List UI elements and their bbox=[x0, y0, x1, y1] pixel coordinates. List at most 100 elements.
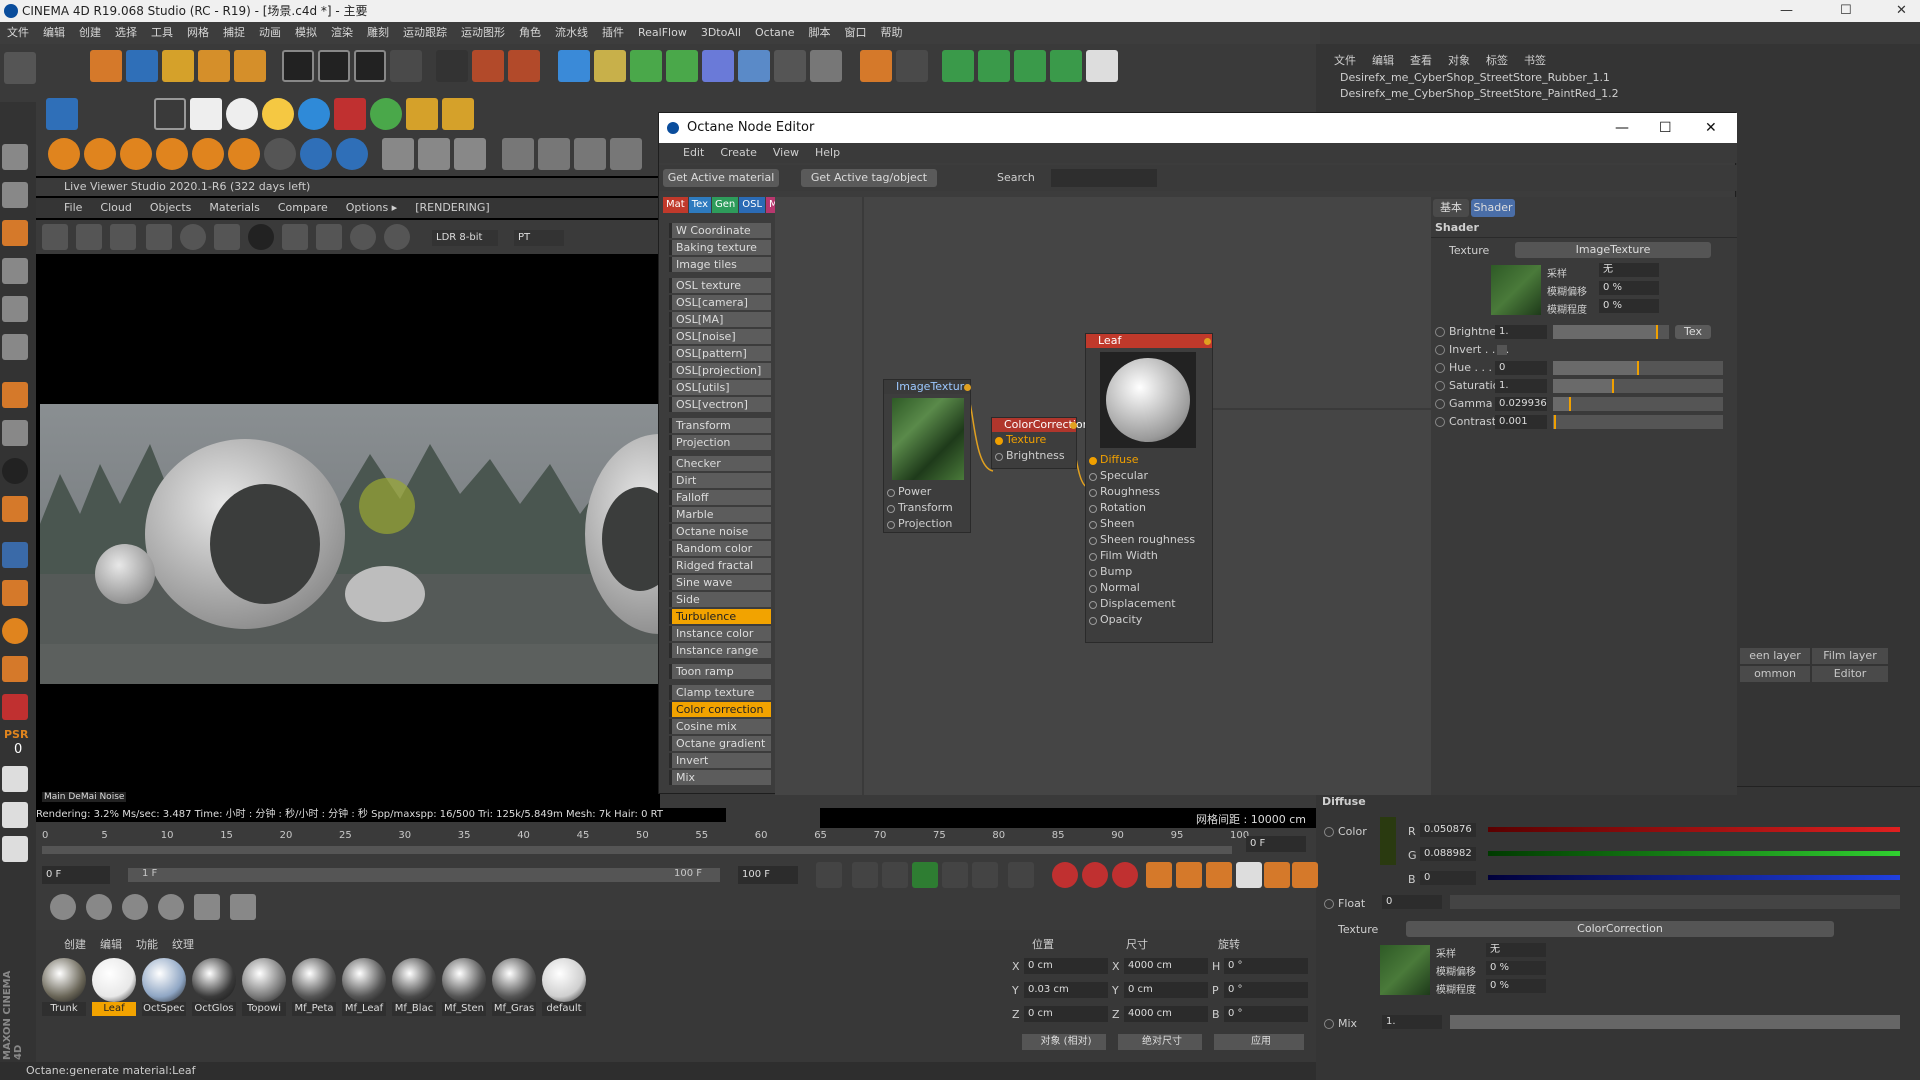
float-field[interactable]: 0 bbox=[1382, 895, 1442, 909]
param-field[interactable]: 0.029936 bbox=[1495, 397, 1547, 411]
material-swatch[interactable]: Mf_Leaf bbox=[342, 958, 386, 1018]
contrast-icon[interactable] bbox=[298, 98, 330, 130]
node-list-item[interactable]: Instance color bbox=[669, 626, 771, 641]
menu-item[interactable]: 工具 bbox=[144, 22, 180, 44]
menu-item[interactable]: 动画 bbox=[252, 22, 288, 44]
s-icon[interactable] bbox=[2, 618, 28, 644]
param-radio[interactable] bbox=[1435, 327, 1445, 337]
lock-axis-icon[interactable] bbox=[2, 656, 28, 682]
node-list-item[interactable]: OSL[camera] bbox=[669, 295, 771, 310]
param-radio[interactable] bbox=[1435, 381, 1445, 391]
image-texture-node[interactable]: ImageTexture Power Transform Projection bbox=[883, 379, 971, 533]
node-list-item[interactable]: Invert bbox=[669, 753, 771, 768]
apply-button[interactable]: 应用 bbox=[1214, 1034, 1304, 1050]
region-icon[interactable] bbox=[190, 98, 222, 130]
node-editor-menu-item[interactable]: View bbox=[773, 146, 799, 159]
leaf-port[interactable]: Bump bbox=[1086, 564, 1212, 580]
table-icon[interactable] bbox=[2, 802, 28, 828]
leaf-port[interactable]: Rotation bbox=[1086, 500, 1212, 516]
transform-icon[interactable] bbox=[234, 50, 266, 82]
node-editor-menu-item[interactable]: Edit bbox=[683, 146, 704, 159]
menu-item[interactable]: Octane bbox=[748, 22, 802, 44]
viewer-m-icon[interactable] bbox=[384, 224, 410, 250]
g-slider[interactable] bbox=[1488, 851, 1900, 856]
node-category-tab[interactable]: OSL bbox=[739, 197, 766, 213]
size-field[interactable]: 4000 cm bbox=[1124, 958, 1208, 974]
scale-icon[interactable] bbox=[162, 50, 194, 82]
deformer-icon[interactable] bbox=[702, 50, 734, 82]
end-frame-field[interactable]: 100 F bbox=[738, 866, 798, 884]
sphere-half-icon[interactable] bbox=[84, 138, 116, 170]
object-manager-menu-item[interactable]: 对象 bbox=[1448, 54, 1470, 67]
param-field[interactable]: 1. bbox=[1495, 379, 1547, 393]
key-scale-icon[interactable] bbox=[1176, 862, 1202, 888]
search-input[interactable] bbox=[1051, 169, 1157, 187]
timeline-track[interactable] bbox=[42, 846, 1232, 854]
prev-frame-icon[interactable] bbox=[882, 862, 908, 888]
axis-icon[interactable] bbox=[2, 382, 28, 408]
blur-scale-field[interactable]: 0 % bbox=[1486, 979, 1546, 993]
output-pin-icon[interactable] bbox=[964, 384, 971, 391]
snap-icon[interactable] bbox=[2, 458, 28, 484]
sphere-quarter-icon[interactable] bbox=[120, 138, 152, 170]
grid-icon[interactable] bbox=[502, 138, 534, 170]
menu-item[interactable]: 文件 bbox=[0, 22, 36, 44]
subdivision-icon[interactable] bbox=[630, 50, 662, 82]
material-menu-item[interactable]: 创建 bbox=[64, 938, 86, 951]
param-field[interactable]: 0 bbox=[1495, 361, 1547, 375]
key-rotate-icon[interactable] bbox=[1206, 862, 1232, 888]
viewer-r-icon[interactable] bbox=[146, 224, 172, 250]
move-icon[interactable] bbox=[126, 50, 158, 82]
effector-icon[interactable] bbox=[1050, 50, 1082, 82]
param-slider[interactable] bbox=[1553, 361, 1723, 375]
polygons-icon[interactable] bbox=[2, 334, 28, 360]
model-mode-icon[interactable] bbox=[2, 144, 28, 170]
object-row[interactable]: Desirefx_me_CyberShop_StreetStore_PaintR… bbox=[1340, 86, 1900, 102]
go-end-icon[interactable] bbox=[1008, 862, 1034, 888]
menu-item[interactable]: 网格 bbox=[180, 22, 216, 44]
cloner-icon[interactable] bbox=[1014, 50, 1046, 82]
menu-item[interactable]: RealFlow bbox=[631, 22, 694, 44]
node-list-item[interactable]: Projection bbox=[669, 435, 771, 450]
coord-mode-select[interactable]: 对象 (相对) bbox=[1022, 1034, 1106, 1050]
sampling-field[interactable]: 无 bbox=[1486, 943, 1546, 957]
mat-sphere3-icon[interactable] bbox=[122, 894, 148, 920]
rotation-field[interactable]: 0 ° bbox=[1224, 1006, 1308, 1022]
float-slider[interactable] bbox=[1450, 895, 1900, 909]
viewer-menu-item[interactable]: Objects bbox=[150, 198, 192, 218]
render-view-icon[interactable] bbox=[436, 50, 468, 82]
viewer-menu-item[interactable]: Compare bbox=[278, 198, 328, 218]
menu-item[interactable]: 渲染 bbox=[324, 22, 360, 44]
material-menu-item[interactable]: 编辑 bbox=[100, 938, 122, 951]
node-category-tab[interactable]: Gen bbox=[712, 197, 739, 213]
spheres-icon[interactable] bbox=[382, 138, 414, 170]
param-radio[interactable] bbox=[1435, 399, 1445, 409]
common-button[interactable]: ommon bbox=[1740, 666, 1810, 682]
ne-maximize-icon[interactable]: ☐ bbox=[1659, 113, 1672, 143]
range-slider[interactable]: 1 F 100 F bbox=[128, 868, 720, 882]
timeline-window-icon[interactable] bbox=[1292, 862, 1318, 888]
material-menu-item[interactable]: 纹理 bbox=[172, 938, 194, 951]
lock-icon[interactable] bbox=[406, 98, 438, 130]
paint-icon[interactable] bbox=[2, 496, 28, 522]
object-manager-menu-item[interactable]: 编辑 bbox=[1372, 54, 1394, 67]
y-axis-icon[interactable] bbox=[318, 50, 350, 82]
position-field[interactable]: 0.03 cm bbox=[1024, 982, 1108, 998]
tweak-icon[interactable] bbox=[2, 420, 28, 446]
script-icon[interactable] bbox=[1086, 50, 1118, 82]
node-list-item[interactable]: Ridged fractal bbox=[669, 558, 771, 573]
node-list-item[interactable]: Transform bbox=[669, 418, 771, 433]
blur-offset-field[interactable]: 0 % bbox=[1599, 281, 1659, 295]
projection-port[interactable]: Projection bbox=[884, 516, 970, 532]
material-menu-item[interactable]: 功能 bbox=[136, 938, 158, 951]
node-list-item[interactable]: Baking texture bbox=[669, 240, 771, 255]
rotation-field[interactable]: 0 ° bbox=[1224, 982, 1308, 998]
layer-button[interactable]: een layer bbox=[1740, 648, 1810, 664]
param-radio[interactable] bbox=[1435, 345, 1445, 355]
position-field[interactable]: 0 cm bbox=[1024, 1006, 1108, 1022]
output-pin-icon[interactable] bbox=[1070, 422, 1077, 429]
viewer-film-icon[interactable] bbox=[316, 224, 342, 250]
mat-sphere-icon[interactable] bbox=[50, 894, 76, 920]
object-row[interactable]: Desirefx_me_CyberShop_StreetStore_Rubber… bbox=[1340, 70, 1900, 86]
viewer-pause-icon[interactable] bbox=[110, 224, 136, 250]
